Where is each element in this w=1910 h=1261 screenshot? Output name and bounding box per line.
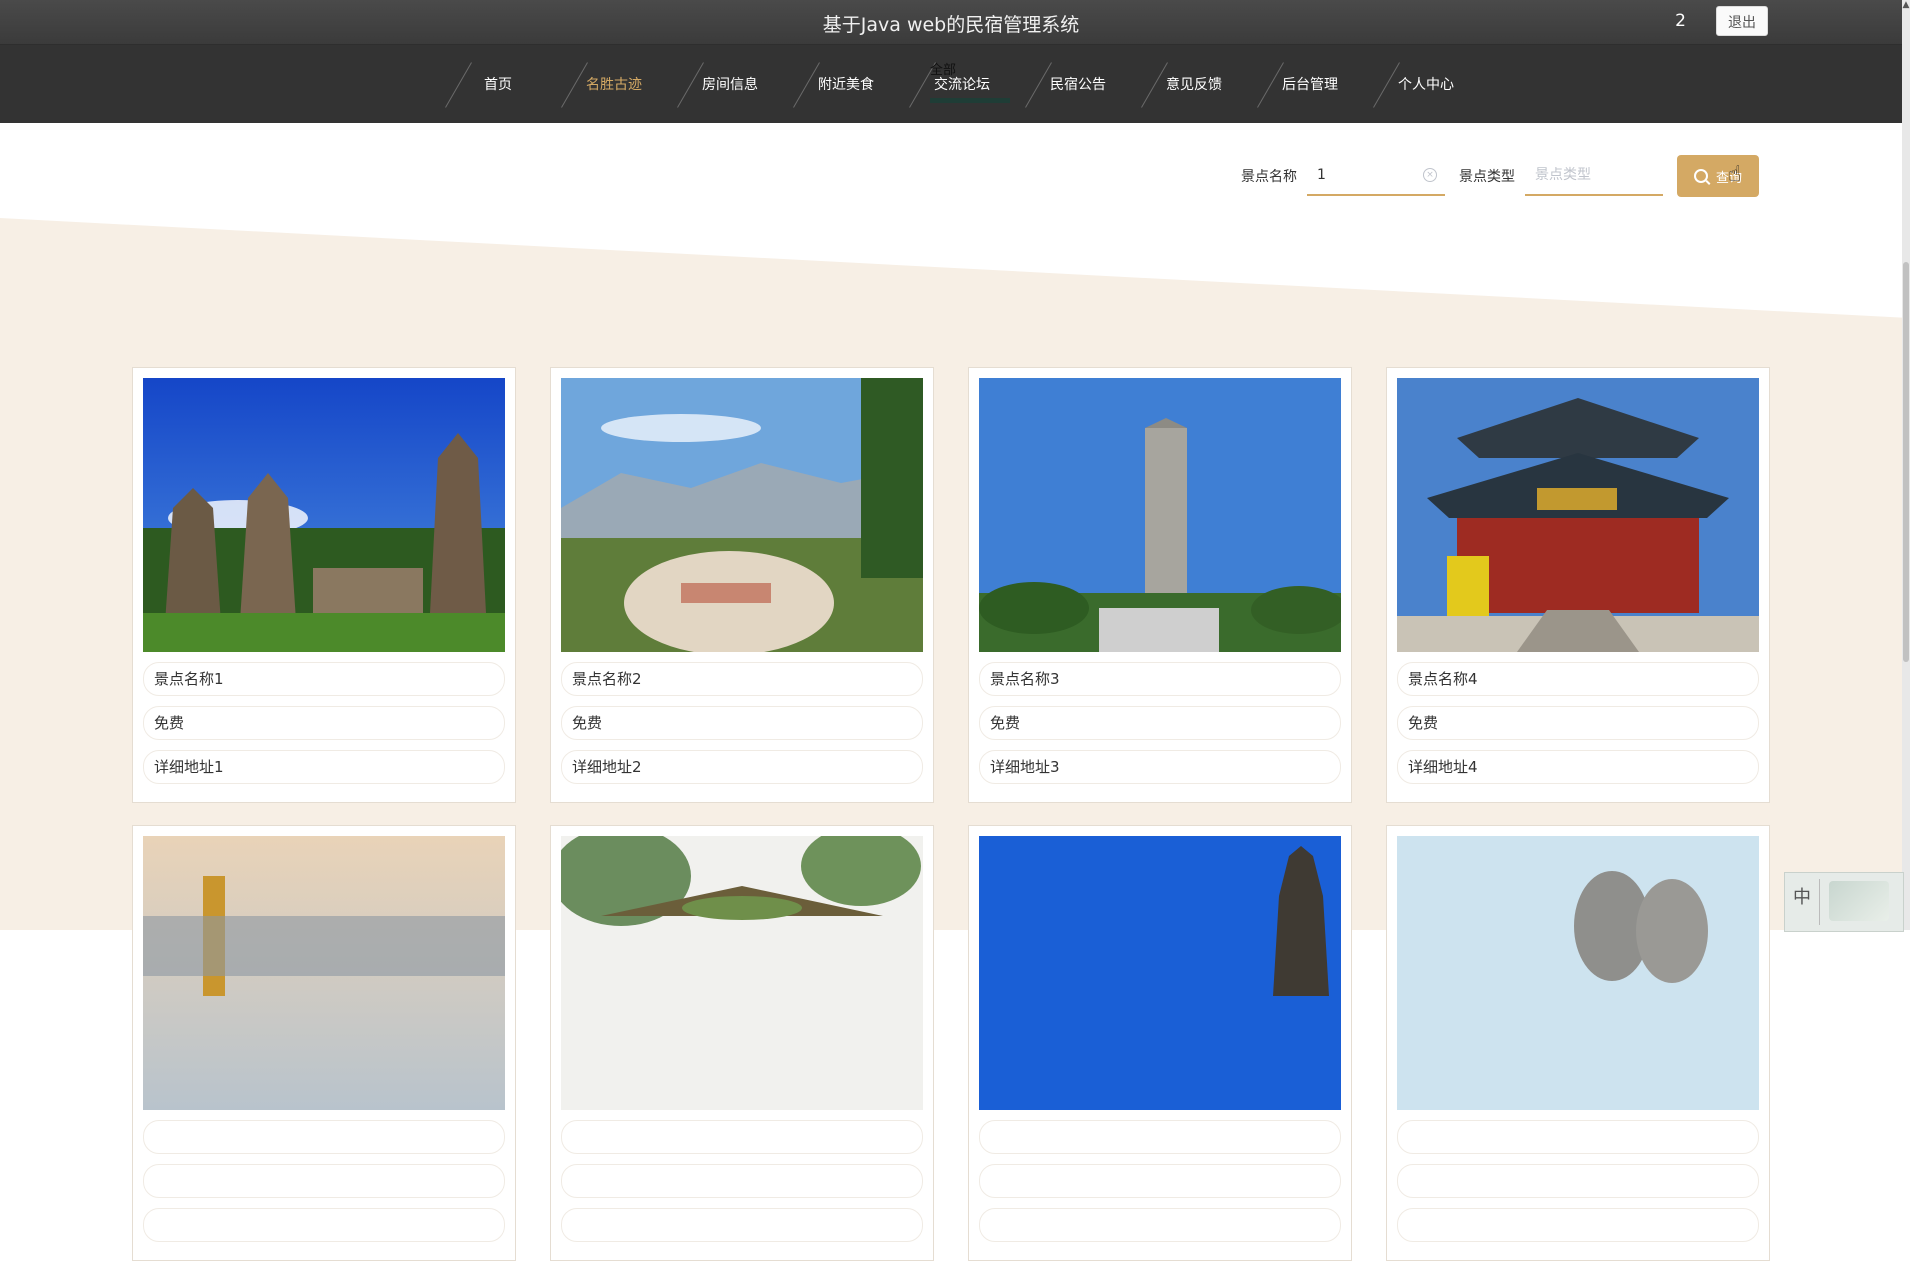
search-icon — [1693, 169, 1708, 183]
ime-mode-label[interactable]: 中 — [1793, 883, 1811, 909]
nav-item-feedback[interactable]: 意见反馈 — [1136, 45, 1252, 123]
site-title: 基于Java web的民宿管理系统 — [822, 14, 1080, 36]
spot-name: 景点名称3 — [979, 662, 1341, 696]
spot-address — [561, 1208, 923, 1242]
spot-price: 免费 — [561, 706, 923, 740]
spot-address: 详细地址2 — [561, 750, 923, 784]
forum-dropdown-label[interactable]: 全部 — [930, 59, 956, 78]
page-scrollbar[interactable]: ▲ — [1902, 0, 1910, 930]
nav-item-home[interactable]: 首页 — [440, 45, 556, 123]
nav-item-announcements[interactable]: 民宿公告 — [1020, 45, 1136, 123]
spot-address — [979, 1208, 1341, 1242]
nav-items: 首页 名胜古迹 房间信息 附近美食 交流论坛 民宿公告 意见反馈 后台管理 个人… — [440, 45, 1484, 123]
ime-divider — [1819, 879, 1820, 925]
card-image — [143, 836, 505, 1110]
spot-name: 景点名称4 — [1397, 662, 1759, 696]
user-count: 2 — [1675, 11, 1686, 31]
scroll-up-icon[interactable]: ▲ — [1902, 0, 1910, 10]
spot-price: 免费 — [979, 706, 1341, 740]
scenic-spot-card[interactable] — [550, 825, 934, 1261]
scenic-spot-card[interactable]: 景点名称1 免费 详细地址1 — [132, 367, 516, 803]
ime-skin-icon[interactable] — [1829, 881, 1889, 921]
scenic-spot-card[interactable]: 景点名称2 免费 详细地址2 — [550, 367, 934, 803]
main-nav: 首页 名胜古迹 房间信息 附近美食 交流论坛 民宿公告 意见反馈 后台管理 个人… — [0, 45, 1902, 123]
name-search-field: × — [1307, 156, 1445, 196]
type-search-input[interactable] — [1525, 156, 1663, 194]
type-search-field — [1525, 156, 1663, 196]
spot-price — [1397, 1164, 1759, 1198]
spot-price: 免费 — [1397, 706, 1759, 740]
top-header: 基于Java web的民宿管理系统 2 退出 — [0, 0, 1902, 45]
card-image — [979, 836, 1341, 1110]
nav-item-rooms[interactable]: 房间信息 — [672, 45, 788, 123]
hand-cursor-icon: ☝ — [1728, 162, 1742, 187]
spot-address — [143, 1208, 505, 1242]
spot-address: 详细地址4 — [1397, 750, 1759, 784]
card-image — [561, 378, 923, 652]
card-image — [143, 378, 505, 652]
name-search-label: 景点名称 — [1241, 169, 1297, 185]
scenic-spot-grid: 景点名称1 免费 详细地址1 景点名称2 免费 详细地址2 景点名称3 免费 详… — [132, 367, 1770, 1261]
nav-item-admin[interactable]: 后台管理 — [1252, 45, 1368, 123]
nav-item-nearby-food[interactable]: 附近美食 — [788, 45, 904, 123]
nav-item-scenic-spots[interactable]: 名胜古迹 — [556, 45, 672, 123]
nav-item-forum[interactable]: 交流论坛 — [904, 45, 1020, 123]
search-button[interactable]: 查询 — [1677, 155, 1759, 197]
card-image — [1397, 836, 1759, 1110]
search-bar: 景点名称 × 景点类型 查询 — [1241, 155, 1759, 197]
scenic-spot-card[interactable] — [968, 825, 1352, 1261]
spot-address: 详细地址3 — [979, 750, 1341, 784]
card-image — [561, 836, 923, 1110]
spot-name — [143, 1120, 505, 1154]
spot-name — [979, 1120, 1341, 1154]
scenic-spot-card[interactable] — [1386, 825, 1770, 1261]
spot-name: 景点名称2 — [561, 662, 923, 696]
scrollbar-thumb[interactable] — [1903, 262, 1909, 662]
spot-price — [561, 1164, 923, 1198]
spot-name — [1397, 1120, 1759, 1154]
spot-price: 免费 — [143, 706, 505, 740]
spot-name — [561, 1120, 923, 1154]
scenic-spot-card[interactable] — [132, 825, 516, 1261]
spot-address: 详细地址1 — [143, 750, 505, 784]
logout-button[interactable]: 退出 — [1716, 6, 1768, 36]
nav-item-profile[interactable]: 个人中心 — [1368, 45, 1484, 123]
spot-address — [1397, 1208, 1759, 1242]
type-search-label: 景点类型 — [1459, 169, 1515, 185]
spot-name: 景点名称1 — [143, 662, 505, 696]
scenic-spot-card[interactable]: 景点名称3 免费 详细地址3 — [968, 367, 1352, 803]
ime-toolbar[interactable]: 中 — [1784, 872, 1904, 932]
scenic-spot-card[interactable]: 景点名称4 免费 详细地址4 — [1386, 367, 1770, 803]
spot-price — [979, 1164, 1341, 1198]
clear-icon[interactable]: × — [1423, 168, 1437, 182]
card-image — [979, 378, 1341, 652]
spot-price — [143, 1164, 505, 1198]
card-image — [1397, 378, 1759, 652]
